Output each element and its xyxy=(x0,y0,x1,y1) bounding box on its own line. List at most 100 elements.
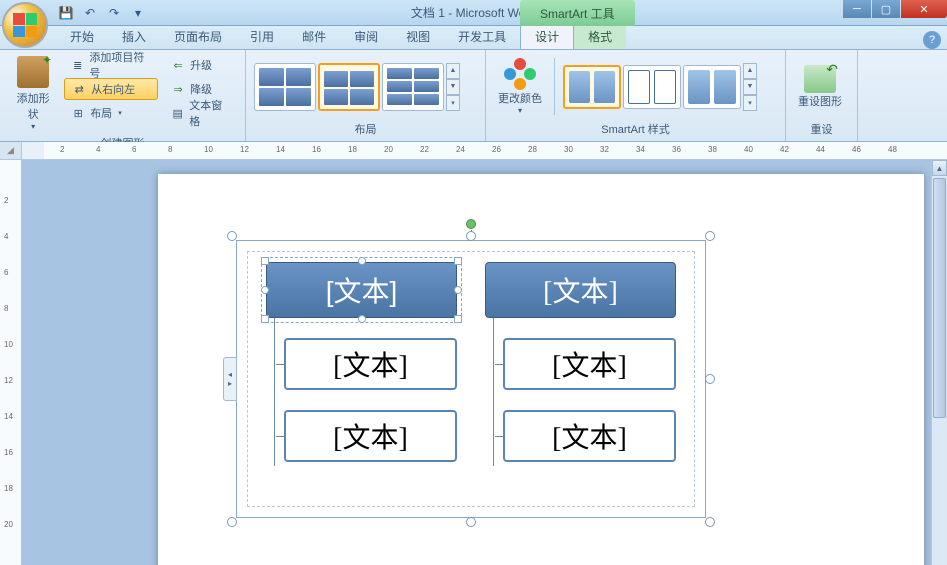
node-handle[interactable] xyxy=(454,315,462,323)
node-handle[interactable] xyxy=(454,286,462,294)
dropdown-icon: ▾ xyxy=(518,106,522,115)
rtl-icon: ⇄ xyxy=(71,81,87,97)
smartart-sub-1-1[interactable]: [文本] xyxy=(284,338,457,390)
smartart-container[interactable]: ◂▸ [文本] [文本] [文本] [文本] [文本] xyxy=(236,240,706,518)
style-option-2[interactable] xyxy=(623,65,681,109)
style-option-3[interactable] xyxy=(683,65,741,109)
text-pane-icon: ▤ xyxy=(170,105,185,121)
bullet-icon: ≣ xyxy=(70,57,85,73)
scroll-thumb[interactable] xyxy=(933,178,946,418)
layout-icon: ⊞ xyxy=(70,105,86,121)
window-controls: ─ ▢ ✕ xyxy=(843,0,947,18)
resize-handle-mr[interactable] xyxy=(705,374,715,384)
node-handle[interactable] xyxy=(261,315,269,323)
document-area: 2468101214161820 ◂▸ [文本] xyxy=(0,160,931,565)
style-option-1[interactable] xyxy=(563,65,621,109)
style-gallery: ▲ ▼ ▾ xyxy=(563,54,757,119)
title-bar: 💾 ↶ ↷ ▾ 文档 1 - Microsoft Word SmartArt 工… xyxy=(0,0,947,26)
add-shape-button[interactable]: ✦ 添加形状 ▾ xyxy=(8,54,58,133)
reset-graphic-label: 重设图形 xyxy=(798,93,842,109)
text-pane-expand-button[interactable]: ◂▸ xyxy=(223,357,237,401)
office-logo-icon xyxy=(13,13,37,37)
scroll-up-button[interactable]: ▲ xyxy=(932,160,947,176)
tab-view[interactable]: 视图 xyxy=(392,24,444,49)
tab-page-layout[interactable]: 页面布局 xyxy=(160,24,236,49)
reset-graphic-button[interactable]: 重设图形 xyxy=(794,54,846,119)
style-gallery-nav: ▲ ▼ ▾ xyxy=(743,63,757,111)
minimize-button[interactable]: ─ xyxy=(843,0,871,18)
layout-gallery: ▲ ▼ ▾ xyxy=(254,54,460,119)
page[interactable]: ◂▸ [文本] [文本] [文本] [文本] [文本] xyxy=(158,174,924,565)
ribbon-tabs: 开始 插入 页面布局 引用 邮件 审阅 视图 开发工具 设计 格式 ? xyxy=(0,26,947,50)
tab-home[interactable]: 开始 xyxy=(56,24,108,49)
ruler-select-icon[interactable]: ◢ xyxy=(0,142,22,159)
vertical-scrollbar[interactable]: ▲ xyxy=(931,160,947,565)
save-button[interactable]: 💾 xyxy=(56,3,76,23)
close-button[interactable]: ✕ xyxy=(901,0,947,18)
layout-option-3[interactable] xyxy=(382,63,444,111)
group-reset: 重设图形 重设 xyxy=(786,50,858,141)
qat-customize-icon[interactable]: ▾ xyxy=(128,3,148,23)
resize-handle-br[interactable] xyxy=(705,517,715,527)
add-bullet-label: 添加项目符号 xyxy=(89,49,152,81)
tab-format[interactable]: 格式 xyxy=(574,24,626,49)
layout-button[interactable]: ⊞布局▾ xyxy=(64,102,158,124)
change-colors-icon xyxy=(504,58,536,90)
gallery-up-button[interactable]: ▲ xyxy=(743,63,757,79)
node-handle[interactable] xyxy=(261,286,269,294)
gallery-down-button[interactable]: ▼ xyxy=(446,79,460,95)
smartart-inner: [文本] [文本] [文本] [文本] [文本] [文本] xyxy=(247,251,695,507)
right-to-left-button[interactable]: ⇄从右向左 xyxy=(64,78,158,100)
rotate-handle[interactable] xyxy=(466,219,476,229)
node-handle[interactable] xyxy=(358,257,366,265)
gallery-up-button[interactable]: ▲ xyxy=(446,63,460,79)
node-handle[interactable] xyxy=(261,257,269,265)
smartart-column-2: [文本] [文本] [文本] xyxy=(485,262,676,496)
office-button[interactable] xyxy=(2,2,48,48)
layout-option-1[interactable] xyxy=(254,63,316,111)
resize-handle-bl[interactable] xyxy=(227,517,237,527)
gallery-more-button[interactable]: ▾ xyxy=(446,95,460,111)
resize-handle-tl[interactable] xyxy=(227,231,237,241)
gallery-more-button[interactable]: ▾ xyxy=(743,95,757,111)
group-layouts: ▲ ▼ ▾ 布局 xyxy=(246,50,486,141)
add-bullet-button[interactable]: ≣添加项目符号 xyxy=(64,54,158,76)
smartart-column-1: [文本] [文本] [文本] xyxy=(266,262,457,496)
promote-button[interactable]: ⇐升级 xyxy=(164,54,237,76)
group-label-layouts: 布局 xyxy=(254,119,477,139)
add-shape-icon: ✦ xyxy=(17,56,49,88)
layout-option-2[interactable] xyxy=(318,63,380,111)
smartart-sub-2-2[interactable]: [文本] xyxy=(503,410,676,462)
smartart-header-1[interactable]: [文本] xyxy=(266,262,457,318)
node-text: [文本] xyxy=(326,270,398,310)
horizontal-ruler[interactable]: 2468101214161820222426283032343638404244… xyxy=(44,142,947,159)
context-tools-label: SmartArt 工具 xyxy=(520,0,635,26)
node-handle[interactable] xyxy=(454,257,462,265)
smartart-sub-2-1[interactable]: [文本] xyxy=(503,338,676,390)
change-colors-label: 更改颜色 xyxy=(498,90,542,106)
tab-developer[interactable]: 开发工具 xyxy=(444,24,520,49)
help-button[interactable]: ? xyxy=(923,31,941,49)
layout-gallery-nav: ▲ ▼ ▾ xyxy=(446,63,460,111)
vertical-ruler[interactable]: 2468101214161820 xyxy=(0,160,22,565)
promote-icon: ⇐ xyxy=(170,57,186,73)
tab-mailings[interactable]: 邮件 xyxy=(288,24,340,49)
horizontal-ruler-bar: ◢ 24681012141618202224262830323436384042… xyxy=(0,142,947,160)
maximize-button[interactable]: ▢ xyxy=(872,0,900,18)
node-handle[interactable] xyxy=(358,315,366,323)
gallery-down-button[interactable]: ▼ xyxy=(743,79,757,95)
quick-access-toolbar: 💾 ↶ ↷ ▾ xyxy=(56,3,148,23)
change-colors-button[interactable]: 更改颜色 ▾ xyxy=(494,54,546,119)
text-pane-button[interactable]: ▤文本窗格 xyxy=(164,102,237,124)
smartart-sub-1-2[interactable]: [文本] xyxy=(284,410,457,462)
redo-button[interactable]: ↷ xyxy=(104,3,124,23)
demote-label: 降级 xyxy=(190,81,212,97)
tab-references[interactable]: 引用 xyxy=(236,24,288,49)
smartart-header-2[interactable]: [文本] xyxy=(485,262,676,318)
resize-handle-bm[interactable] xyxy=(466,517,476,527)
tab-review[interactable]: 审阅 xyxy=(340,24,392,49)
resize-handle-tr[interactable] xyxy=(705,231,715,241)
tab-insert[interactable]: 插入 xyxy=(108,24,160,49)
undo-button[interactable]: ↶ xyxy=(80,3,100,23)
tab-design[interactable]: 设计 xyxy=(520,23,574,49)
